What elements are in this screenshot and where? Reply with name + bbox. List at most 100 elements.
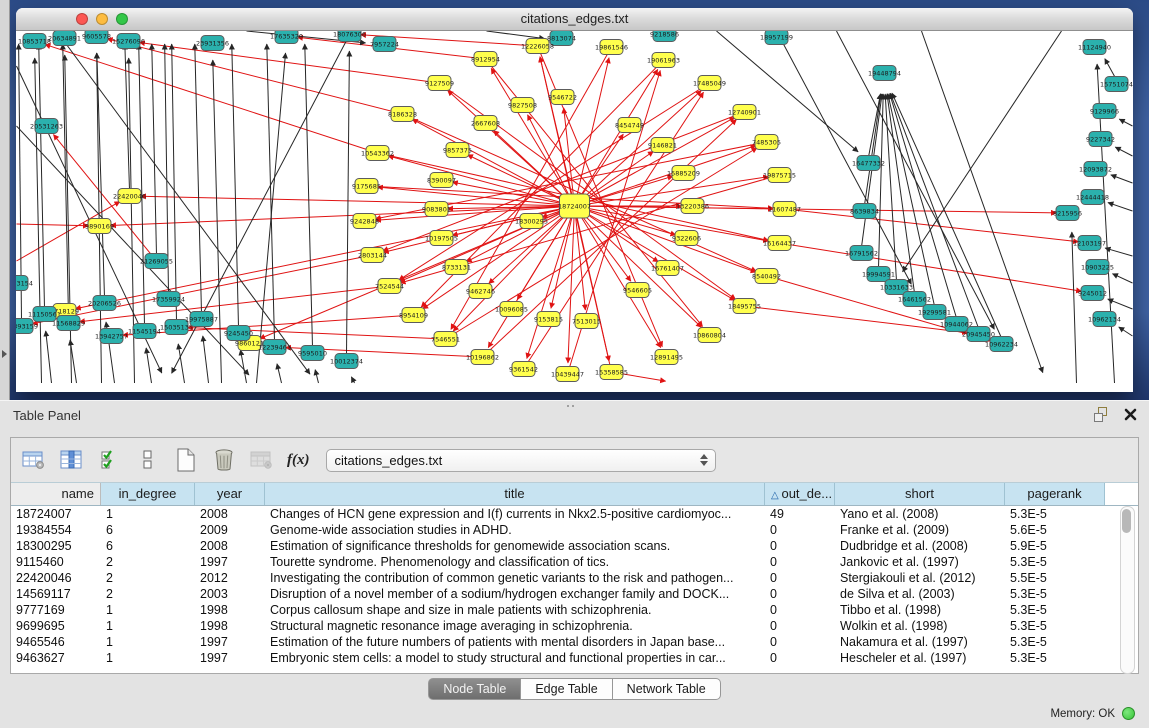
citation-edge-red[interactable] [780, 243, 1082, 291]
column-selection-icon[interactable] [59, 447, 85, 473]
citation-edge-red[interactable] [575, 177, 769, 206]
graph-node[interactable]: 10962134 [1088, 312, 1121, 327]
citation-edge-black[interactable] [1072, 232, 1077, 383]
memory-status-indicator[interactable] [1122, 707, 1135, 720]
table-row[interactable]: 946554611997Estimation of the future num… [11, 634, 1138, 650]
graph-node[interactable]: 11607487 [768, 202, 801, 217]
graph-node[interactable]: 15358585 [595, 365, 628, 380]
citation-edge-red[interactable] [17, 224, 89, 226]
graph-node[interactable]: 10197505 [425, 231, 458, 246]
graph-node[interactable]: 8733131 [442, 260, 471, 275]
citation-edge-black[interactable] [351, 377, 354, 383]
graph-node[interactable]: 9175685 [352, 179, 381, 194]
graph-node[interactable]: 8540492 [752, 269, 781, 284]
graph-node[interactable]: 8954109 [399, 308, 428, 323]
graph-node[interactable]: 10096085 [495, 302, 528, 317]
citation-edge-red[interactable] [446, 148, 758, 339]
graph-node[interactable]: 7513015 [572, 314, 601, 329]
table-row[interactable]: 946362711997Embryonic stem cells: a mode… [11, 650, 1138, 666]
citation-edge-black[interactable] [65, 55, 72, 383]
graph-node[interactable]: 12740901 [728, 105, 761, 120]
graph-node[interactable]: 8186328 [388, 107, 417, 122]
graph-node[interactable]: 9595010 [298, 346, 327, 361]
graph-node[interactable]: 11124940 [1078, 40, 1111, 55]
graph-node[interactable]: 9129966 [1090, 104, 1119, 119]
graph-node[interactable]: 23931356 [196, 36, 229, 51]
network-window[interactable]: citations_edges.txt 10853718206348919605… [16, 8, 1133, 392]
citation-network-graph[interactable]: 1085371820634891960557815276096239313561… [16, 31, 1133, 392]
graph-node[interactable]: 12093872 [1079, 162, 1112, 177]
graph-node[interactable]: 9546722 [548, 90, 577, 105]
graph-node[interactable]: 2667608 [471, 116, 500, 131]
panel-collapse-handle[interactable] [2, 350, 7, 358]
graph-node[interactable]: 12239461 [258, 340, 291, 355]
graph-node[interactable]: 19061963 [647, 53, 680, 68]
citation-edge-black[interactable] [17, 126, 249, 375]
graph-node[interactable]: 9242848 [350, 214, 379, 229]
float-window-icon[interactable] [1094, 407, 1110, 422]
graph-node[interactable]: 8639834 [850, 204, 879, 219]
graph-node[interactable]: 17635320 [270, 31, 303, 44]
graph-node[interactable]: 17485049 [693, 76, 726, 91]
graph-node[interactable]: 18300295 [515, 214, 548, 229]
citation-edge-black[interactable] [232, 44, 239, 327]
graph-node[interactable]: 18957199 [760, 31, 793, 45]
graph-node[interactable]: 10962234 [985, 337, 1018, 352]
graph-node[interactable]: 7524544 [375, 279, 404, 294]
delete-rows-icon[interactable] [211, 447, 237, 473]
graph-node[interactable]: 9083801 [422, 202, 451, 217]
graph-node[interactable]: 16791562 [845, 246, 878, 261]
column-header-year[interactable]: year [195, 483, 265, 505]
citation-edge-black[interactable] [347, 51, 350, 355]
citation-edge-black[interactable] [146, 348, 151, 383]
graph-node[interactable]: 19861546 [595, 40, 628, 55]
graph-node[interactable]: 13942757 [95, 329, 128, 344]
citation-edge-black[interactable] [1119, 119, 1132, 126]
close-panel-icon[interactable] [1124, 408, 1137, 421]
citation-edge-black[interactable] [717, 31, 859, 152]
graph-node[interactable]: 18724007 [558, 194, 591, 218]
graph-node[interactable]: 12103197 [1073, 236, 1106, 251]
citation-edge-red[interactable] [785, 209, 1079, 242]
table-row[interactable]: 1830029562008Estimation of significance … [11, 538, 1138, 554]
citation-edge-black[interactable] [1108, 299, 1133, 309]
citation-edge-black[interactable] [1119, 327, 1133, 336]
graph-node[interactable]: 7957224 [370, 37, 399, 52]
graph-node[interactable]: 18495755 [728, 299, 761, 314]
citation-edge-red[interactable] [466, 206, 574, 262]
citation-edge-black[interactable] [203, 336, 209, 383]
citation-edge-black[interactable] [1112, 274, 1132, 283]
citation-edge-red[interactable] [575, 145, 757, 206]
hide-columns-icon[interactable] [135, 447, 161, 473]
column-header-short[interactable]: short [835, 483, 1005, 505]
graph-node[interactable]: 8215956 [1053, 206, 1082, 221]
graph-node[interactable]: 19033154 [16, 276, 33, 291]
graph-node[interactable]: 10012374 [330, 354, 363, 369]
graph-node[interactable]: 19875715 [763, 168, 796, 183]
graph-node[interactable]: 9857375 [443, 143, 472, 158]
table-row[interactable]: 1872400712008Changes of HCN gene express… [11, 506, 1138, 522]
citation-edge-black[interactable] [487, 31, 545, 39]
graph-node[interactable]: 9146821 [648, 138, 677, 153]
graph-node[interactable]: 10543362 [361, 146, 394, 161]
citation-edge-black[interactable] [305, 44, 313, 347]
graph-node[interactable]: 10853718 [18, 34, 51, 49]
graph-node[interactable]: 16761407 [651, 261, 684, 276]
graph-node[interactable]: 22420046 [113, 189, 146, 204]
graph-node[interactable]: 19448794 [868, 66, 901, 81]
graph-node[interactable]: 8454749 [615, 118, 644, 133]
graph-node[interactable]: 15885209 [667, 166, 700, 181]
window-titlebar[interactable]: citations_edges.txt [16, 8, 1133, 31]
table-row[interactable]: 1938455462009Genome-wide association stu… [11, 522, 1138, 538]
citation-edge-red[interactable] [575, 58, 610, 206]
graph-node[interactable]: 7485305 [752, 135, 781, 150]
graph-node[interactable]: 11545194 [128, 324, 161, 339]
graph-node[interactable]: 10860804 [693, 328, 726, 343]
table-select-dropdown[interactable]: citations_edges.txt [326, 449, 716, 472]
graph-node[interactable]: 12226058 [521, 39, 554, 54]
graph-node[interactable]: 9245450 [224, 326, 253, 341]
citation-edge-black[interactable] [865, 94, 881, 205]
citation-edge-black[interactable] [1105, 248, 1132, 256]
graph-node[interactable]: 2803144 [358, 248, 387, 263]
column-header-title[interactable]: title [265, 483, 765, 505]
